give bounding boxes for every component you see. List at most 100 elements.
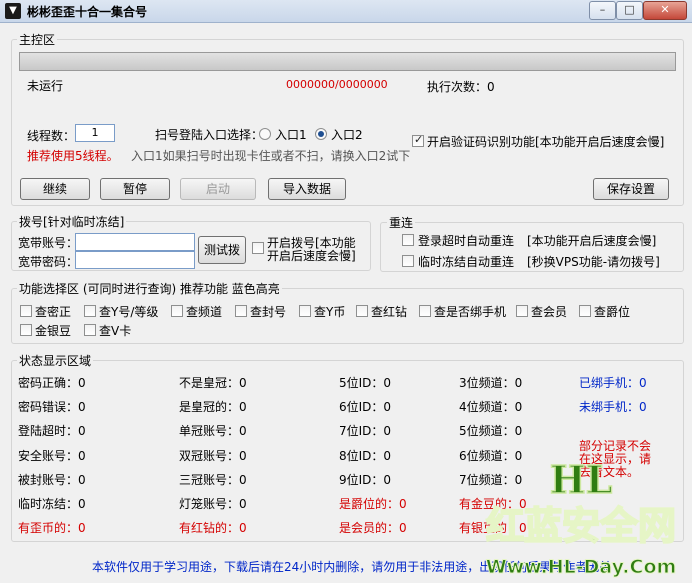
status-title: 状态显示区域	[17, 352, 94, 369]
save-settings-button[interactable]: 保存设置	[593, 178, 669, 200]
status-col2-6: 有红钻的：0	[179, 521, 247, 536]
feature-label-10: 查V卡	[99, 324, 132, 338]
status-col2-4: 三冠账号：0	[179, 472, 247, 487]
status-col5-1: 未绑手机：0	[579, 400, 647, 415]
dial-title: 拨号[针对临时冻结]	[17, 213, 127, 230]
entry-hint: 入口1如果扫号时出现卡住或者不扫，请换入口2试下	[131, 149, 411, 163]
close-button[interactable]: ✕	[643, 1, 687, 20]
entry2-label: 入口2	[331, 128, 363, 142]
captcha-checkbox[interactable]	[412, 133, 424, 147]
run-status: 未运行	[27, 79, 64, 93]
app-logo-icon: ▼	[5, 3, 21, 19]
status-col3-1: 6位ID：0	[339, 400, 392, 415]
feature-checkbox-2[interactable]	[171, 305, 183, 317]
title-bar: ▼ 彬彬歪歪十合一集合号 – □ ✕	[0, 0, 692, 23]
frozen-reconnect-note: [秒换VPS功能-请勿拨号]	[527, 255, 660, 269]
status-col4-6: 有银豆的：0	[459, 521, 527, 536]
status-col2-5: 灯笼账号：0	[179, 497, 247, 511]
status-col3-6: 是会员的：0	[339, 521, 407, 536]
broadband-account-input[interactable]	[75, 233, 195, 251]
start-button[interactable]: 启动	[180, 178, 256, 200]
feature-label-5: 查红钻	[371, 305, 408, 319]
feature-label-3: 查封号	[250, 305, 287, 319]
status-col1-5: 临时冻结：0	[18, 497, 86, 511]
pause-button[interactable]: 暂停	[100, 178, 170, 200]
minimize-button[interactable]: –	[589, 1, 616, 20]
exec-count: 执行次数：0	[427, 80, 495, 94]
enable-dial-line1: 开启拨号[本功能	[267, 236, 356, 250]
status-col3-0: 5位ID：0	[339, 376, 392, 390]
status-col2-1: 是皇冠的：0	[179, 400, 247, 415]
status-col3-4: 9位ID：0	[339, 472, 392, 487]
status-col1-1: 密码错误：0	[18, 400, 86, 415]
status-note-line1: 部分记录不会	[579, 439, 652, 453]
frozen-reconnect-checkbox[interactable]	[402, 255, 414, 267]
feature-title: 功能选择区 (可同时进行查询) 推荐功能 蓝色高亮	[17, 280, 282, 297]
feature-label-9: 金银豆	[35, 324, 72, 338]
status-col3-3: 8位ID：0	[339, 448, 392, 463]
entry1-label: 入口1	[275, 128, 307, 142]
status-col2-0: 不是皇冠：0	[179, 376, 247, 390]
footer-disclaimer: 本软件仅用于学习用途，下载后请在24小时内删除，请勿用于非法用途，出现任何后果与…	[92, 560, 612, 574]
feature-checkbox-6[interactable]	[419, 305, 431, 317]
import-data-button[interactable]: 导入数据	[268, 178, 346, 200]
status-col1-2: 登陆超时：0	[18, 424, 86, 439]
status-col5-0: 已绑手机：0	[579, 376, 647, 390]
feature-checkbox-0[interactable]	[20, 305, 32, 317]
status-col3-2: 7位ID：0	[339, 424, 392, 439]
entry1-radio[interactable]	[259, 128, 271, 140]
feature-label-4: 查Y币	[314, 305, 346, 319]
status-col4-2: 5位频道：0	[459, 424, 523, 439]
status-col4-4: 7位频道：0	[459, 472, 523, 487]
feature-label-7: 查会员	[531, 305, 568, 319]
status-col1-4: 被封账号：0	[18, 472, 86, 487]
progress-counter: 0000000/0000000	[286, 78, 388, 91]
status-col4-3: 6位频道：0	[459, 448, 523, 463]
main-control-title: 主控区	[17, 31, 58, 48]
broadband-account-label: 宽带账号：	[18, 236, 79, 250]
status-col2-3: 双冠账号：0	[179, 448, 247, 463]
feature-label-1: 查Y号/等级	[99, 305, 159, 319]
feature-checkbox-9[interactable]	[20, 324, 32, 336]
test-dial-button[interactable]: 测试拨	[198, 236, 246, 264]
reconnect-title: 重连	[387, 214, 416, 231]
feature-checkbox-10[interactable]	[84, 324, 96, 336]
feature-checkbox-1[interactable]	[84, 305, 96, 317]
feature-label-6: 查是否绑手机	[434, 305, 507, 319]
status-col1-3: 安全账号：0	[18, 448, 86, 463]
enable-dial-checkbox[interactable]	[252, 242, 264, 254]
status-col1-6: 有歪币的：0	[18, 521, 86, 536]
feature-checkbox-3[interactable]	[235, 305, 247, 317]
enable-dial-label: 开启拨号[本功能 开启后速度会慢]	[267, 237, 356, 263]
feature-label-2: 查频道	[186, 305, 223, 319]
feature-checkbox-4[interactable]	[299, 305, 311, 317]
status-note-line3: 去看文本。	[579, 465, 640, 479]
status-col4-0: 3位频道：0	[459, 376, 523, 390]
threads-input[interactable]: 1	[75, 124, 115, 142]
enable-dial-line2: 开启后速度会慢]	[267, 249, 356, 263]
maximize-button[interactable]: □	[616, 1, 643, 20]
timeout-reconnect-checkbox[interactable]	[402, 234, 414, 246]
status-col4-1: 4位频道：0	[459, 400, 523, 415]
captcha-label: 开启验证码识别功能[本功能开启后速度会慢]	[427, 135, 665, 149]
status-note: 部分记录不会 在这显示，请 去看文本。	[579, 440, 651, 479]
status-col3-5: 是爵位的：0	[339, 497, 407, 511]
status-note-line2: 在这显示，请	[579, 452, 652, 466]
feature-label-0: 查密正	[35, 305, 72, 319]
entry2-radio[interactable]	[315, 128, 327, 140]
status-col4-5: 有金豆的：0	[459, 497, 527, 511]
frozen-reconnect-label: 临时冻结自动重连	[418, 255, 515, 269]
continue-button[interactable]: 继续	[20, 178, 90, 200]
thread-recommendation: 推荐使用5线程。	[27, 149, 119, 163]
scan-entry-label: 扫号登陆入口选择：	[155, 128, 264, 142]
status-col1-0: 密码正确：0	[18, 376, 86, 390]
feature-checkbox-8[interactable]	[579, 305, 591, 317]
feature-label-8: 查爵位	[594, 305, 631, 319]
broadband-password-input[interactable]	[75, 251, 195, 269]
feature-checkbox-7[interactable]	[516, 305, 528, 317]
timeout-reconnect-note: [本功能开启后速度会慢]	[527, 234, 657, 248]
status-col2-2: 单冠账号：0	[179, 424, 247, 439]
feature-checkbox-5[interactable]	[356, 305, 368, 317]
threads-label: 线程数：	[27, 129, 76, 143]
broadband-password-label: 宽带密码：	[18, 255, 79, 269]
